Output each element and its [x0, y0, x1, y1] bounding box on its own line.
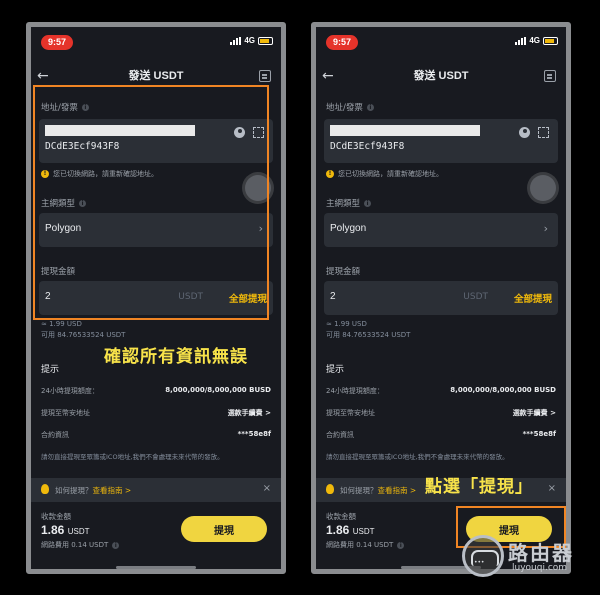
- callout-confirm-info: 確認所有資訊無誤: [104, 347, 248, 367]
- info-icon[interactable]: i: [364, 199, 372, 207]
- info-icon[interactable]: i: [112, 541, 120, 549]
- lightbulb-icon: [326, 484, 334, 494]
- scan-qr-icon[interactable]: [538, 127, 549, 138]
- history-icon[interactable]: [259, 70, 271, 82]
- guide-banner: 如何提現？查看指南 > ×: [31, 478, 281, 502]
- tips-title: 提示: [41, 365, 60, 375]
- amount-label: 提現金額: [326, 267, 361, 277]
- network-fee: 網路費用 0.14 USDT i: [326, 540, 405, 550]
- signal-icon: [515, 36, 527, 45]
- amount-unit: USDT: [463, 292, 488, 302]
- available-balance: 可用 84.76533524 USDT: [326, 331, 411, 339]
- address-label: 地址/發票 i: [326, 101, 374, 113]
- network-type: 4G: [529, 36, 540, 45]
- status-time: 9:57: [41, 35, 74, 50]
- status-bar: 9:57 4G: [31, 27, 281, 57]
- close-icon[interactable]: ×: [263, 483, 271, 494]
- battery-icon: [258, 36, 273, 45]
- tip-row-contract: 合約資訊 ***58e8f: [326, 430, 556, 439]
- amount-approx: ≈ 1.99 USD: [41, 320, 82, 328]
- redacted-address-mask: [330, 125, 480, 136]
- receive-label: 收款金額: [41, 512, 71, 521]
- amount-input[interactable]: 2 USDT 全部提現: [324, 281, 558, 315]
- assistive-touch-button[interactable]: [530, 175, 556, 201]
- status-bar: 9:57 4G: [316, 27, 566, 57]
- battery-icon: [543, 36, 558, 45]
- network-select[interactable]: Polygon ›: [324, 213, 558, 247]
- network-warning: ! 您已切換網路，請重新確認地址。: [326, 169, 443, 179]
- withdraw-all-button[interactable]: 全部提現: [514, 291, 552, 305]
- tips-title: 提示: [326, 365, 345, 375]
- status-icons: 4G: [515, 36, 558, 45]
- amount-value: 2: [330, 291, 336, 302]
- status-time: 9:57: [326, 35, 359, 50]
- tip-row-limit: 24小時提現額度： 8,000,000/8,000,000 BUSD: [41, 386, 271, 395]
- info-icon[interactable]: i: [366, 103, 374, 111]
- amount-approx: ≈ 1.99 USD: [326, 320, 367, 328]
- withdraw-button[interactable]: 提現: [181, 516, 267, 542]
- close-icon[interactable]: ×: [548, 483, 556, 494]
- guide-text: 如何提現？查看指南 >: [55, 486, 132, 495]
- network-label: 主網類型 i: [326, 197, 372, 209]
- receive-amount: 1.86 USDT: [326, 523, 375, 537]
- tip-row-contract: 合約資訊 ***58e8f: [41, 430, 271, 439]
- network-value: Polygon: [330, 223, 367, 234]
- page-title: 發送 USDT: [128, 70, 184, 82]
- address-book-icon[interactable]: [519, 127, 530, 138]
- guide-link[interactable]: 查看指南 >: [93, 486, 132, 495]
- guide-link[interactable]: 查看指南 >: [378, 486, 417, 495]
- history-icon[interactable]: [544, 70, 556, 82]
- nav-bar: ← 發送 USDT: [316, 65, 566, 89]
- tip-row-limit: 24小時提現額度： 8,000,000/8,000,000 BUSD: [326, 386, 556, 395]
- callout-click-withdraw: 點選「提現」: [425, 477, 533, 497]
- highlight-box-form: [33, 85, 269, 320]
- network-type: 4G: [244, 36, 255, 45]
- info-icon[interactable]: i: [397, 541, 405, 549]
- page-title: 發送 USDT: [413, 70, 469, 82]
- ico-warning-note: 請勿直接提現至眾籌或ICO地址,我們不會處理未來代幣的發放。: [326, 453, 509, 461]
- warning-icon: !: [326, 170, 334, 178]
- receive-label: 收款金額: [326, 512, 356, 521]
- address-input[interactable]: DCdE3Ecf943F8: [324, 119, 558, 163]
- network-fee: 網路費用 0.14 USDT i: [41, 540, 120, 550]
- chevron-right-icon: ›: [543, 222, 548, 235]
- ico-warning-note: 請勿直接提現至眾籌或ICO地址,我們不會處理未來代幣的發放。: [41, 453, 224, 461]
- router-logo-icon: [462, 535, 504, 577]
- address-value: DCdE3Ecf943F8: [330, 141, 405, 152]
- tip-row-binance[interactable]: 提現至幣安地址 選款手續費 >: [41, 408, 271, 418]
- tip-row-binance[interactable]: 提現至幣安地址 選款手續費 >: [326, 408, 556, 418]
- home-indicator: [116, 566, 196, 569]
- available-balance: 可用 84.76533524 USDT: [41, 331, 126, 339]
- status-icons: 4G: [230, 36, 273, 45]
- watermark-en: luyouqi.com: [512, 563, 568, 573]
- guide-text: 如何提現？查看指南 >: [340, 486, 417, 495]
- lightbulb-icon: [41, 484, 49, 494]
- watermark-cn: 路由器: [508, 541, 574, 565]
- signal-icon: [230, 36, 242, 45]
- receive-amount: 1.86 USDT: [41, 523, 90, 537]
